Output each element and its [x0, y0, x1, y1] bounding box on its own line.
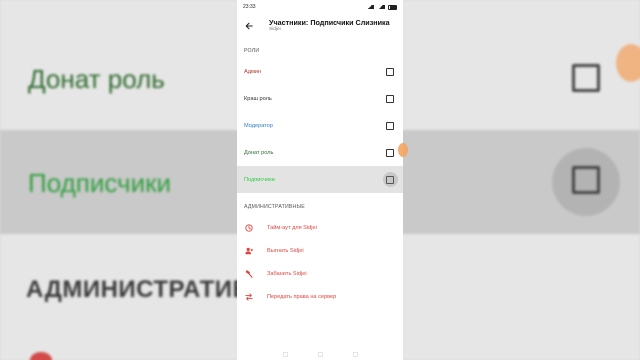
role-name: Донат роль [244, 149, 274, 156]
page-title: Участники: Подписчики Слизника [269, 18, 390, 27]
kick-user-icon [245, 247, 253, 255]
status-icons [366, 4, 397, 10]
roles-list: Админ Краш роль Модератор Донат роль Под… [237, 58, 403, 193]
back-button[interactable] [243, 20, 255, 32]
role-checkbox[interactable] [386, 94, 394, 103]
role-name: Краш роль [244, 95, 272, 102]
role-row-donat[interactable]: Донат роль [237, 139, 403, 166]
role-checkbox[interactable] [386, 67, 394, 76]
role-name: Подписчики [244, 176, 275, 183]
nav-home-icon[interactable] [317, 352, 323, 357]
back-arrow-icon [245, 22, 253, 30]
role-checkbox[interactable] [386, 148, 394, 157]
role-checkbox[interactable] [386, 175, 394, 184]
admin-actions-list: Тайм-аут для Sidjei Выгнать Sidjei Забан… [237, 216, 403, 308]
status-bar: 23:33 [237, 0, 403, 14]
title-block: Участники: Подписчики Слизника Sidjei [269, 19, 390, 33]
bg-admin-label: АДМИНИСТРАТИВН [26, 276, 269, 303]
nav-back-icon[interactable] [352, 352, 358, 357]
transfer-arrows-icon [245, 292, 253, 301]
timeout-label: Тайм-аут для Sidjei [267, 224, 317, 231]
admin-section-label: АДМИНИСТРАТИВНЫЕ [244, 204, 305, 210]
app-header: Участники: Подписчики Слизника Sidjei [237, 14, 403, 38]
wifi-icon [377, 5, 385, 9]
ban-label: Забанить Sidjei [267, 270, 307, 277]
clock-icon [245, 223, 253, 232]
page-subtitle: Sidjei [269, 27, 281, 33]
battery-icon [388, 4, 397, 10]
bg-row-subscribers-label: Подписчики [28, 168, 172, 198]
kick-label: Выгнать Sidjei [267, 247, 304, 254]
roles-section-label: РОЛИ [244, 48, 260, 54]
nav-menu-icon[interactable] [282, 352, 288, 357]
role-row-subscribers[interactable]: Подписчики [237, 166, 403, 193]
bg-row-donat-label: Донат роль [28, 64, 165, 94]
bg-checkbox [572, 64, 600, 92]
system-nav-bar [237, 352, 403, 357]
role-row-admin[interactable]: Админ [237, 58, 403, 85]
transfer-ownership-action[interactable]: Передать права на сервер [237, 285, 403, 308]
bg-checkbox [572, 166, 600, 194]
role-row-moderator[interactable]: Модератор [237, 112, 403, 139]
role-name: Модератор [244, 122, 273, 129]
kick-action[interactable]: Выгнать Sidjei [237, 239, 403, 262]
signal-icon [366, 5, 374, 9]
role-checkbox[interactable] [386, 121, 394, 130]
transfer-label: Передать права на сервер [267, 293, 337, 300]
status-time: 23:33 [243, 4, 256, 10]
timeout-action[interactable]: Тайм-аут для Sidjei [237, 216, 403, 239]
bg-red-icon [30, 352, 52, 360]
role-name: Админ [244, 68, 262, 75]
phone-screen: 23:33 Участники: Подписчики Слизника Sid… [237, 0, 403, 360]
ban-action[interactable]: Забанить Sidjei [237, 262, 403, 285]
role-row-crush[interactable]: Краш роль [237, 85, 403, 112]
floating-touch-indicator [398, 143, 408, 157]
ban-hammer-icon [245, 269, 253, 278]
bg-orange-blob [616, 44, 640, 82]
